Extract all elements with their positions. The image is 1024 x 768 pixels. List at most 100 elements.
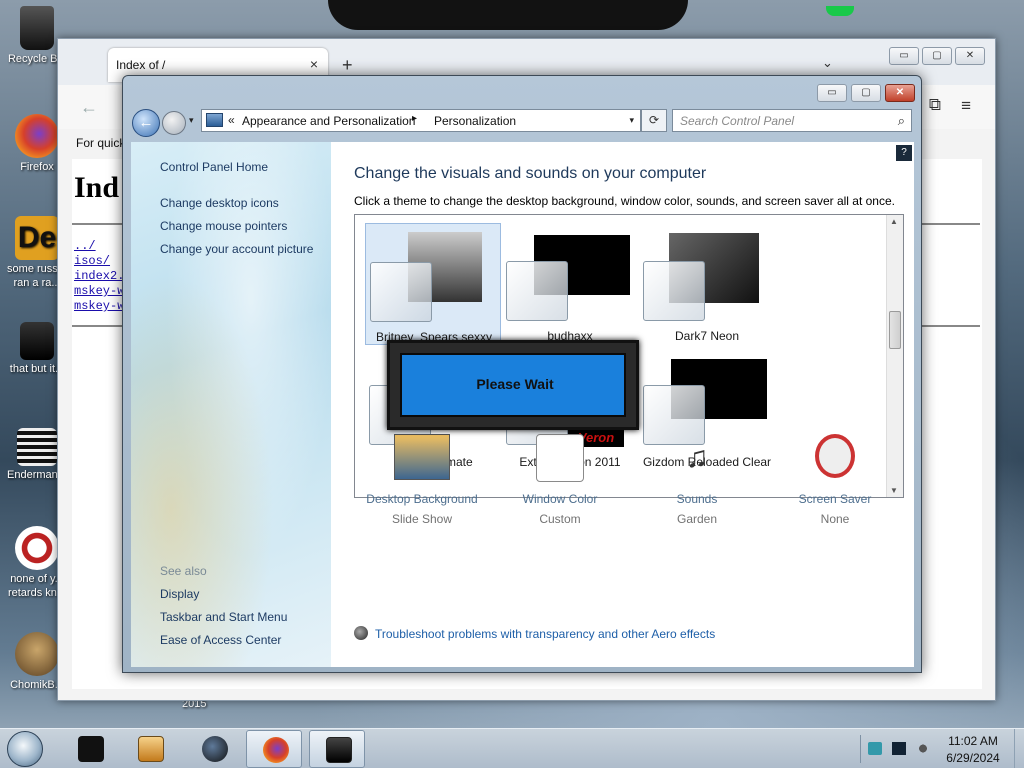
clock-time[interactable]: 11:02 AM — [940, 734, 1006, 748]
new-tab-button[interactable]: + — [342, 55, 353, 76]
globe-icon — [202, 736, 228, 762]
troubleshoot-link[interactable]: Troubleshoot problems with transparency … — [375, 627, 715, 641]
tab-close-icon[interactable]: × — [310, 56, 318, 72]
firefox-minimize-button[interactable]: ▭ — [889, 47, 919, 65]
task-pane: Control Panel Home Change desktop icons … — [131, 142, 331, 667]
show-desktop-button[interactable] — [1014, 729, 1024, 768]
cp-close-button[interactable]: ✕ — [885, 84, 915, 102]
window-color-icon — [536, 434, 584, 482]
theme-budhaxx[interactable]: budhaxx — [502, 223, 638, 345]
chomik-icon — [15, 632, 59, 676]
recycle-bin-icon — [20, 6, 54, 50]
recent-pages-button[interactable]: ▾ — [189, 115, 194, 126]
control-panel-icon — [326, 737, 352, 763]
taskbar: 11:02 AM 6/29/2024 — [0, 728, 1024, 768]
taskbar-firefox[interactable] — [246, 730, 302, 768]
taskbar-globe[interactable] — [186, 730, 242, 768]
setting-value: Custom — [539, 512, 581, 526]
please-wait-dialog: Please Wait — [387, 340, 639, 430]
help-icon[interactable]: ? — [896, 145, 912, 161]
notch-light — [826, 6, 854, 16]
firefox-icon — [15, 114, 59, 158]
scroll-up-icon[interactable]: ▲ — [890, 217, 898, 226]
directory-link[interactable]: mskey-w — [74, 299, 124, 313]
back-button[interactable]: ← — [132, 109, 160, 137]
control-panel-window: ▭ ▢ ✕ ← ▾ « Appearance and Personalizati… — [122, 75, 922, 673]
taskbar-control-panel[interactable] — [309, 730, 365, 768]
stacked-windows-icon — [20, 322, 54, 360]
setting-value: Slide Show — [391, 512, 453, 526]
theme-glass-swatch — [643, 261, 705, 321]
breadcrumb-personalization[interactable]: Personalization — [434, 114, 516, 128]
setting-title: Screen Saver — [798, 492, 872, 506]
firefox-close-button[interactable]: ✕ — [955, 47, 985, 65]
breadcrumb-appearance[interactable]: Appearance and Personalization — [242, 114, 415, 128]
setting-value: None — [820, 512, 850, 526]
sounds-button[interactable]: ♫ Sounds Garden — [632, 434, 762, 526]
theme-name: Dark7 Neon — [674, 329, 740, 343]
address-bar[interactable]: « Appearance and Personalization ▸ Perso… — [201, 109, 641, 132]
network-icon[interactable] — [892, 742, 906, 755]
extensions-icon[interactable]: ⧉ — [929, 95, 941, 115]
tab-title: Index of / — [116, 58, 166, 72]
tray-divider — [860, 735, 861, 763]
desktop-background-icon — [394, 434, 450, 480]
theme-glass-swatch — [506, 261, 568, 321]
theme-glass-swatch — [370, 262, 432, 322]
cp-minimize-button[interactable]: ▭ — [817, 84, 847, 102]
black-box-icon — [78, 736, 104, 762]
link-display[interactable]: Display — [160, 587, 199, 601]
directory-link[interactable]: ../ — [74, 239, 96, 253]
hamburger-menu-icon[interactable]: ≡ — [961, 96, 971, 116]
search-input[interactable]: Search Control Panel ⌕ — [672, 109, 912, 132]
setting-value: Garden — [676, 512, 718, 526]
start-button[interactable] — [7, 731, 43, 767]
link-change-desktop-icons[interactable]: Change desktop icons — [160, 196, 279, 210]
refresh-button[interactable]: ⟳ — [641, 109, 667, 132]
link-ease-of-access[interactable]: Ease of Access Center — [160, 633, 281, 647]
directory-link[interactable]: isos/ — [74, 254, 110, 268]
theme-britney[interactable]: Britney_Spears sexxy — [365, 223, 501, 345]
link-control-panel-home[interactable]: Control Panel Home — [160, 160, 268, 174]
volume-icon[interactable] — [916, 742, 930, 755]
screen-saver-button[interactable]: Screen Saver None — [770, 434, 900, 526]
red-circle-icon — [15, 526, 59, 570]
tab-list-button[interactable]: ⌄ — [822, 55, 833, 71]
link-taskbar-start-menu[interactable]: Taskbar and Start Menu — [160, 610, 287, 624]
shield-icon[interactable] — [868, 742, 882, 755]
top-notch — [328, 0, 854, 30]
back-arrow-icon[interactable]: ← — [80, 97, 98, 118]
firefox-maximize-button[interactable]: ▢ — [922, 47, 952, 65]
control-panel-icon — [206, 113, 223, 127]
see-also-heading: See also — [160, 564, 207, 578]
page-description: Click a theme to change the desktop back… — [354, 194, 895, 208]
breadcrumb-separator-icon[interactable]: ▸ — [412, 113, 417, 124]
directory-link[interactable]: mskey-w — [74, 284, 124, 298]
link-change-account-picture[interactable]: Change your account picture — [160, 242, 313, 256]
sounds-icon: ♫ — [685, 441, 709, 474]
taskbar-media-player[interactable] — [122, 730, 178, 768]
setting-title: Sounds — [676, 492, 718, 506]
directory-link[interactable]: index2. — [74, 269, 124, 283]
screen-saver-icon — [815, 434, 855, 478]
window-color-button[interactable]: Window Color Custom — [495, 434, 625, 526]
clock-date[interactable]: 6/29/2024 — [940, 751, 1006, 765]
address-dropdown-icon[interactable]: ▾ — [629, 115, 634, 126]
address-overflow-icon[interactable]: « — [228, 113, 235, 127]
search-icon[interactable]: ⌕ — [898, 113, 905, 129]
setting-title: Desktop Background — [366, 492, 478, 506]
theme-dark7-neon[interactable]: Dark7 Neon — [639, 223, 775, 345]
scroll-thumb[interactable] — [889, 311, 901, 349]
cp-maximize-button[interactable]: ▢ — [851, 84, 881, 102]
firefox-icon — [263, 737, 289, 763]
search-placeholder: Search Control Panel — [680, 114, 795, 128]
taskbar-black-box[interactable] — [62, 730, 118, 768]
enderman-icon — [17, 428, 57, 466]
please-wait-panel: Please Wait — [400, 353, 626, 417]
de-app-icon: De — [15, 216, 59, 260]
forward-button[interactable] — [162, 111, 186, 135]
troubleshoot-icon — [354, 626, 368, 640]
link-change-mouse-pointers[interactable]: Change mouse pointers — [160, 219, 287, 233]
media-player-icon — [138, 736, 164, 762]
desktop-background-button[interactable]: Desktop Background Slide Show — [357, 434, 487, 526]
